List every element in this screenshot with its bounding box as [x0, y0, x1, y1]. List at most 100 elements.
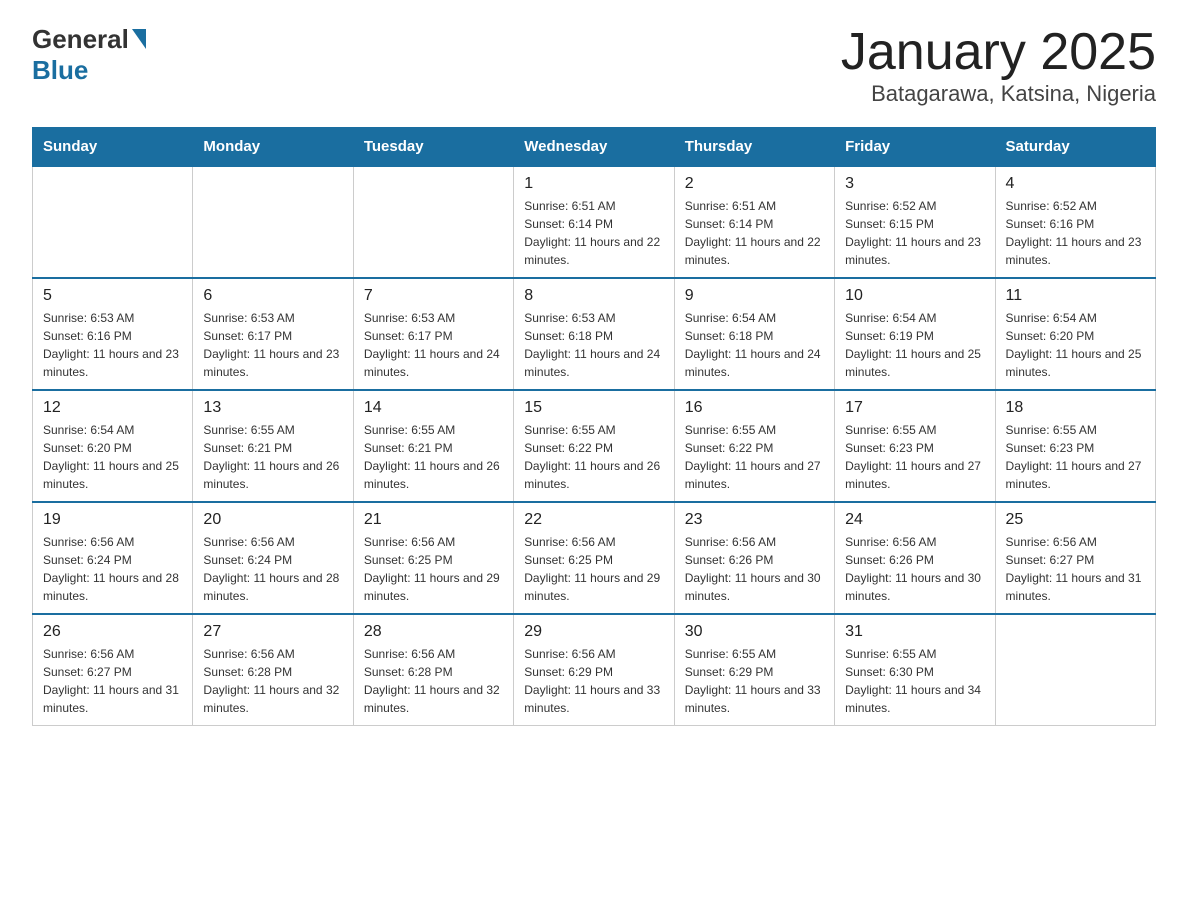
day-info: Sunrise: 6:53 AMSunset: 6:16 PMDaylight:… — [43, 309, 182, 381]
calendar-header-wednesday: Wednesday — [514, 128, 674, 167]
day-info: Sunrise: 6:53 AMSunset: 6:17 PMDaylight:… — [203, 309, 342, 381]
day-number: 30 — [685, 623, 824, 641]
day-info: Sunrise: 6:55 AMSunset: 6:22 PMDaylight:… — [524, 421, 663, 493]
page-title: January 2025 — [841, 24, 1156, 81]
calendar-cell: 11Sunrise: 6:54 AMSunset: 6:20 PMDayligh… — [995, 278, 1155, 390]
day-info: Sunrise: 6:54 AMSunset: 6:20 PMDaylight:… — [43, 421, 182, 493]
calendar-header-thursday: Thursday — [674, 128, 834, 167]
day-info: Sunrise: 6:56 AMSunset: 6:25 PMDaylight:… — [364, 533, 503, 605]
day-info: Sunrise: 6:56 AMSunset: 6:28 PMDaylight:… — [203, 645, 342, 717]
day-number: 19 — [43, 511, 182, 529]
calendar-week-row: 26 Sunrise: 6:56 AMSunset: 6:27 PMDayligh… — [33, 614, 1156, 726]
calendar-week-row: 5 Sunrise: 6:53 AMSunset: 6:16 PMDaylight… — [33, 278, 1156, 390]
calendar-cell: 8 Sunrise: 6:53 AMSunset: 6:18 PMDaylight… — [514, 278, 674, 390]
day-info: Sunrise: 6:55 AMSunset: 6:29 PMDaylight:… — [685, 645, 824, 717]
day-info: Sunrise: 6:54 AMSunset: 6:18 PMDaylight:… — [685, 309, 824, 381]
day-number: 6 — [203, 287, 342, 305]
calendar-cell: 28 Sunrise: 6:56 AMSunset: 6:28 PMDayligh… — [353, 614, 513, 726]
calendar-cell: 24 Sunrise: 6:56 AMSunset: 6:26 PMDayligh… — [835, 502, 995, 614]
calendar-header-row: SundayMondayTuesdayWednesdayThursdayFrid… — [33, 128, 1156, 167]
calendar-cell: 2 Sunrise: 6:51 AMSunset: 6:14 PMDaylight… — [674, 166, 834, 278]
day-number: 8 — [524, 287, 663, 305]
calendar-header-saturday: Saturday — [995, 128, 1155, 167]
day-number: 24 — [845, 511, 984, 529]
calendar-cell — [193, 166, 353, 278]
day-info: Sunrise: 6:56 AMSunset: 6:26 PMDaylight:… — [685, 533, 824, 605]
day-number: 10 — [845, 287, 984, 305]
logo-blue-label: Blue — [32, 55, 88, 86]
calendar-cell: 5 Sunrise: 6:53 AMSunset: 6:16 PMDaylight… — [33, 278, 193, 390]
day-info: Sunrise: 6:54 AMSunset: 6:20 PMDaylight:… — [1006, 309, 1145, 381]
day-info: Sunrise: 6:54 AMSunset: 6:19 PMDaylight:… — [845, 309, 984, 381]
day-number: 12 — [43, 399, 182, 417]
calendar-cell: 26 Sunrise: 6:56 AMSunset: 6:27 PMDayligh… — [33, 614, 193, 726]
day-number: 23 — [685, 511, 824, 529]
day-info: Sunrise: 6:56 AMSunset: 6:27 PMDaylight:… — [43, 645, 182, 717]
day-number: 20 — [203, 511, 342, 529]
day-number: 14 — [364, 399, 503, 417]
day-info: Sunrise: 6:56 AMSunset: 6:24 PMDaylight:… — [43, 533, 182, 605]
day-info: Sunrise: 6:52 AMSunset: 6:15 PMDaylight:… — [845, 197, 984, 269]
calendar-cell: 10 Sunrise: 6:54 AMSunset: 6:19 PMDayligh… — [835, 278, 995, 390]
day-number: 26 — [43, 623, 182, 641]
calendar-cell: 30 Sunrise: 6:55 AMSunset: 6:29 PMDayligh… — [674, 614, 834, 726]
calendar-cell: 31Sunrise: 6:55 AMSunset: 6:30 PMDayligh… — [835, 614, 995, 726]
calendar-cell: 15 Sunrise: 6:55 AMSunset: 6:22 PMDayligh… — [514, 390, 674, 502]
calendar-header-tuesday: Tuesday — [353, 128, 513, 167]
calendar-cell: 27 Sunrise: 6:56 AMSunset: 6:28 PMDayligh… — [193, 614, 353, 726]
day-info: Sunrise: 6:55 AMSunset: 6:21 PMDaylight:… — [364, 421, 503, 493]
page-header: General Blue January 2025 Batagarawa, Ka… — [32, 24, 1156, 107]
day-info: Sunrise: 6:56 AMSunset: 6:25 PMDaylight:… — [524, 533, 663, 605]
day-info: Sunrise: 6:53 AMSunset: 6:18 PMDaylight:… — [524, 309, 663, 381]
calendar-table: SundayMondayTuesdayWednesdayThursdayFrid… — [32, 127, 1156, 726]
logo: General Blue — [32, 24, 146, 86]
calendar-cell: 1Sunrise: 6:51 AMSunset: 6:14 PMDaylight… — [514, 166, 674, 278]
day-number: 29 — [524, 623, 663, 641]
day-number: 25 — [1006, 511, 1145, 529]
calendar-cell — [353, 166, 513, 278]
calendar-cell: 7Sunrise: 6:53 AMSunset: 6:17 PMDaylight… — [353, 278, 513, 390]
day-number: 4 — [1006, 175, 1145, 193]
day-info: Sunrise: 6:56 AMSunset: 6:28 PMDaylight:… — [364, 645, 503, 717]
title-block: January 2025 Batagarawa, Katsina, Nigeri… — [841, 24, 1156, 107]
day-number: 28 — [364, 623, 503, 641]
day-number: 13 — [203, 399, 342, 417]
calendar-cell: 22 Sunrise: 6:56 AMSunset: 6:25 PMDayligh… — [514, 502, 674, 614]
calendar-cell: 17Sunrise: 6:55 AMSunset: 6:23 PMDayligh… — [835, 390, 995, 502]
calendar-cell: 9 Sunrise: 6:54 AMSunset: 6:18 PMDaylight… — [674, 278, 834, 390]
day-info: Sunrise: 6:55 AMSunset: 6:30 PMDaylight:… — [845, 645, 984, 717]
day-info: Sunrise: 6:56 AMSunset: 6:27 PMDaylight:… — [1006, 533, 1145, 605]
page-subtitle: Batagarawa, Katsina, Nigeria — [841, 81, 1156, 107]
day-number: 3 — [845, 175, 984, 193]
calendar-cell: 6 Sunrise: 6:53 AMSunset: 6:17 PMDaylight… — [193, 278, 353, 390]
day-info: Sunrise: 6:53 AMSunset: 6:17 PMDaylight:… — [364, 309, 503, 381]
calendar-header-monday: Monday — [193, 128, 353, 167]
day-number: 5 — [43, 287, 182, 305]
day-number: 15 — [524, 399, 663, 417]
day-info: Sunrise: 6:56 AMSunset: 6:29 PMDaylight:… — [524, 645, 663, 717]
day-number: 27 — [203, 623, 342, 641]
calendar-cell — [33, 166, 193, 278]
calendar-cell: 4Sunrise: 6:52 AMSunset: 6:16 PMDaylight… — [995, 166, 1155, 278]
day-info: Sunrise: 6:55 AMSunset: 6:23 PMDaylight:… — [1006, 421, 1145, 493]
day-number: 22 — [524, 511, 663, 529]
calendar-cell: 21 Sunrise: 6:56 AMSunset: 6:25 PMDayligh… — [353, 502, 513, 614]
logo-triangle-icon — [132, 29, 146, 49]
calendar-cell: 18Sunrise: 6:55 AMSunset: 6:23 PMDayligh… — [995, 390, 1155, 502]
calendar-cell: 3 Sunrise: 6:52 AMSunset: 6:15 PMDaylight… — [835, 166, 995, 278]
calendar-cell: 25 Sunrise: 6:56 AMSunset: 6:27 PMDayligh… — [995, 502, 1155, 614]
day-info: Sunrise: 6:56 AMSunset: 6:24 PMDaylight:… — [203, 533, 342, 605]
day-info: Sunrise: 6:55 AMSunset: 6:22 PMDaylight:… — [685, 421, 824, 493]
logo-general-label: General — [32, 24, 129, 55]
day-number: 16 — [685, 399, 824, 417]
day-info: Sunrise: 6:55 AMSunset: 6:23 PMDaylight:… — [845, 421, 984, 493]
calendar-header-sunday: Sunday — [33, 128, 193, 167]
calendar-cell: 14 Sunrise: 6:55 AMSunset: 6:21 PMDayligh… — [353, 390, 513, 502]
day-info: Sunrise: 6:51 AMSunset: 6:14 PMDaylight:… — [524, 197, 663, 269]
day-info: Sunrise: 6:56 AMSunset: 6:26 PMDaylight:… — [845, 533, 984, 605]
day-info: Sunrise: 6:51 AMSunset: 6:14 PMDaylight:… — [685, 197, 824, 269]
day-number: 21 — [364, 511, 503, 529]
calendar-week-row: 19 Sunrise: 6:56 AMSunset: 6:24 PMDayligh… — [33, 502, 1156, 614]
day-number: 9 — [685, 287, 824, 305]
day-number: 2 — [685, 175, 824, 193]
